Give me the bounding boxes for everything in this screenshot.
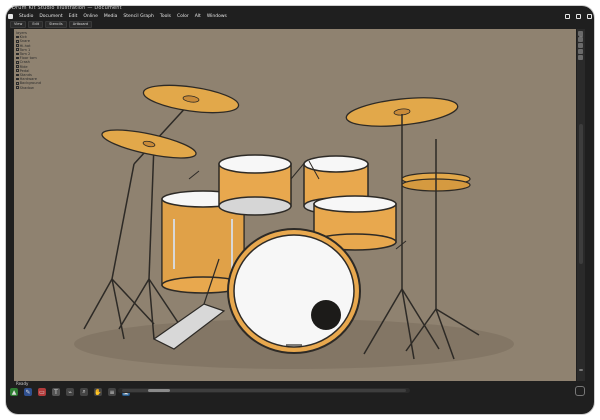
horizontal-scroll-thumb[interactable] <box>148 389 170 392</box>
checkbox-icon[interactable] <box>16 77 19 81</box>
checkbox-icon[interactable] <box>16 44 19 47</box>
menu-media[interactable]: Media <box>104 14 118 19</box>
kick-port <box>311 300 341 330</box>
menu-tools[interactable]: Tools <box>160 14 171 19</box>
crash-cymbal-top-left <box>142 84 240 114</box>
menu-windows[interactable]: Windows <box>207 14 227 19</box>
menu-stencil-graph[interactable]: Stencil Graph <box>123 14 153 19</box>
checkbox-icon[interactable] <box>16 86 19 89</box>
tab-bar: View Edit Stencils Artboard <box>10 21 586 28</box>
menu-edit[interactable]: Edit <box>69 14 78 19</box>
checkbox-icon[interactable] <box>16 82 19 85</box>
checkbox-icon[interactable] <box>16 48 19 51</box>
rack-tom-left <box>218 154 292 216</box>
rectangle-icon[interactable]: ▭ <box>38 388 46 396</box>
drum-kit-illustration <box>74 84 514 369</box>
tab-view[interactable]: View <box>10 21 27 28</box>
checkbox-icon[interactable] <box>16 73 19 77</box>
menu-online[interactable]: Online <box>83 14 98 19</box>
checkbox-icon[interactable] <box>16 52 19 56</box>
kick-drum <box>227 228 361 354</box>
hand-icon[interactable]: ✋ <box>94 388 102 396</box>
maximize-icon[interactable] <box>576 13 581 19</box>
menu-document[interactable]: Document <box>39 14 62 19</box>
vertical-scroll-thumb[interactable] <box>579 124 583 264</box>
minimize-icon[interactable] <box>565 13 570 19</box>
crash-cymbal-left <box>101 129 197 159</box>
select-icon[interactable]: ▲ <box>10 388 18 396</box>
layers-panel: layers Kick Snare Hi-hat Tom 1 Tom 2 Flo… <box>16 31 50 90</box>
app-icon[interactable] <box>8 13 13 19</box>
text-icon[interactable]: T <box>52 388 60 396</box>
vertical-scrollbar[interactable] <box>577 29 585 381</box>
artboard-canvas[interactable]: layers Kick Snare Hi-hat Tom 1 Tom 2 Flo… <box>14 29 576 381</box>
menu-alt[interactable]: Alt <box>195 14 201 19</box>
toolbar-button[interactable] <box>578 49 583 54</box>
checkbox-icon[interactable] <box>16 61 19 64</box>
fullscreen-icon[interactable] <box>575 386 585 396</box>
right-toolbar <box>578 30 584 61</box>
checkbox-icon[interactable] <box>16 35 19 39</box>
layer-item-shadow[interactable]: Shadow <box>16 86 50 90</box>
tab-edit[interactable]: Edit <box>28 21 44 28</box>
eyedropper-icon[interactable]: ⌁ <box>66 388 74 396</box>
toolbar-button[interactable] <box>578 31 583 36</box>
toolbar-button[interactable] <box>578 43 583 48</box>
menu-studio[interactable]: Studio <box>19 14 33 19</box>
layer-label: Shadow <box>19 85 34 90</box>
tab-stencils[interactable]: Stencils <box>45 21 67 28</box>
checkbox-icon[interactable] <box>16 69 19 73</box>
toolbar-button[interactable] <box>578 55 583 60</box>
menu-bar: Studio Document Edit Online Media Stenci… <box>8 11 592 21</box>
checkbox-icon[interactable] <box>16 65 19 68</box>
pen-icon[interactable]: ✎ <box>24 388 32 396</box>
checkbox-icon[interactable] <box>16 56 19 60</box>
tab-artboard[interactable]: Artboard <box>68 21 93 28</box>
layers-icon[interactable]: ≡ <box>108 388 116 396</box>
checkbox-icon[interactable] <box>16 40 19 43</box>
zoom-icon[interactable]: ⌕ <box>80 388 88 396</box>
menu-color[interactable]: Color <box>177 14 189 19</box>
scroll-down-icon[interactable] <box>579 369 583 371</box>
close-icon[interactable] <box>587 13 592 19</box>
toolbar-button[interactable] <box>578 37 583 42</box>
horizontal-scrollbar[interactable] <box>118 388 410 393</box>
